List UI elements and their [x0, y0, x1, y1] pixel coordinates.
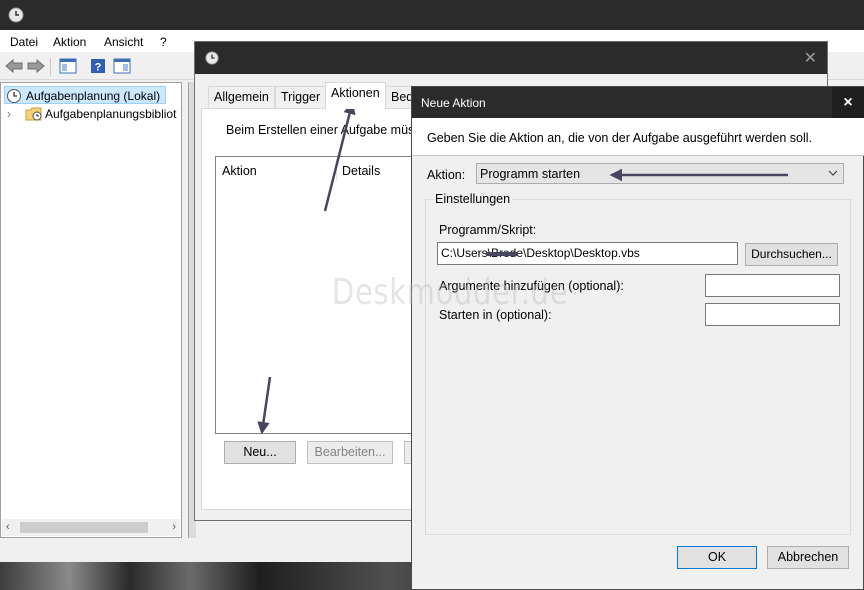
action-select[interactable]: Programm starten — [476, 163, 844, 184]
column-header-aktion[interactable]: Aktion — [222, 164, 257, 178]
intro-text: Beim Erstellen einer Aufgabe müs — [226, 123, 415, 137]
program-label: Programm/Skript: — [439, 223, 537, 237]
column-divider[interactable] — [336, 159, 337, 181]
tab-aktionen[interactable]: Aktionen — [325, 82, 386, 109]
task-titlebar: ✕ — [195, 42, 827, 74]
new-action-dialog: Neue Aktion × Geben Sie die Aktion an, d… — [411, 86, 864, 590]
close-icon[interactable]: ✕ — [804, 48, 817, 68]
clock-icon — [6, 88, 22, 104]
menu-help[interactable]: ? — [160, 34, 167, 50]
new-button[interactable]: Neu... — [224, 441, 296, 464]
dialog-title: Neue Aktion — [421, 96, 486, 110]
close-icon: × — [843, 93, 853, 111]
cancel-button[interactable]: Abbrechen — [767, 546, 849, 569]
menu-aktion[interactable]: Aktion — [53, 34, 86, 50]
edit-button[interactable]: Bearbeiten... — [307, 441, 393, 464]
tree-item-library[interactable]: › Aufgabenplanungsbibliot — [7, 105, 177, 123]
folder-clock-icon — [25, 106, 43, 122]
column-header-details[interactable]: Details — [342, 164, 380, 178]
clock-icon — [205, 51, 219, 65]
watermark: Deskmodder.de — [332, 272, 569, 313]
scroll-right-icon[interactable]: › — [172, 521, 176, 533]
horizontal-scrollbar[interactable]: ‹ › — [2, 519, 180, 536]
mmc-titlebar — [0, 0, 864, 30]
toolbar-divider — [50, 58, 51, 76]
start-in-input[interactable] — [705, 303, 840, 326]
svg-text:?: ? — [95, 62, 102, 74]
tree-item-label: Aufgabenplanung (Lokal) — [26, 89, 161, 103]
tab-trigger[interactable]: Trigger — [275, 86, 327, 108]
tab-allgemein[interactable]: Allgemein — [208, 86, 275, 108]
console-tree-icon[interactable] — [58, 56, 78, 76]
arguments-input[interactable] — [705, 274, 840, 297]
back-arrow-icon[interactable] — [4, 56, 24, 76]
ok-button[interactable]: OK — [677, 546, 757, 569]
scroll-left-icon[interactable]: ‹ — [6, 521, 10, 533]
menu-datei[interactable]: Datei — [10, 34, 38, 50]
action-select-value: Programm starten — [480, 167, 581, 181]
dialog-header: Geben Sie die Aktion an, die von der Auf… — [412, 118, 864, 156]
dialog-description: Geben Sie die Aktion an, die von der Auf… — [427, 131, 812, 145]
clock-icon — [8, 7, 24, 23]
browse-button[interactable]: Durchsuchen... — [745, 243, 838, 266]
tree-item-root[interactable]: Aufgabenplanung (Lokal) — [4, 86, 166, 104]
chevron-down-icon[interactable] — [827, 166, 839, 183]
forward-arrow-icon[interactable] — [26, 56, 46, 76]
show-action-pane-icon[interactable] — [112, 56, 132, 76]
dialog-titlebar: Neue Aktion × — [412, 87, 864, 118]
chevron-right-icon[interactable]: › — [7, 105, 11, 123]
scroll-thumb[interactable] — [20, 522, 148, 533]
help-icon[interactable]: ? — [88, 56, 108, 76]
menu-ansicht[interactable]: Ansicht — [104, 34, 143, 50]
action-label: Aktion: — [427, 168, 466, 182]
tree-item-label: Aufgabenplanungsbibliot — [45, 107, 177, 121]
program-input[interactable]: C:\Users\Brede\Desktop\Desktop.vbs — [437, 242, 738, 265]
settings-group-label: Einstellungen — [433, 192, 513, 206]
console-tree: Aufgabenplanung (Lokal) › Aufgabenplanun… — [0, 82, 182, 538]
close-button[interactable]: × — [832, 87, 864, 118]
